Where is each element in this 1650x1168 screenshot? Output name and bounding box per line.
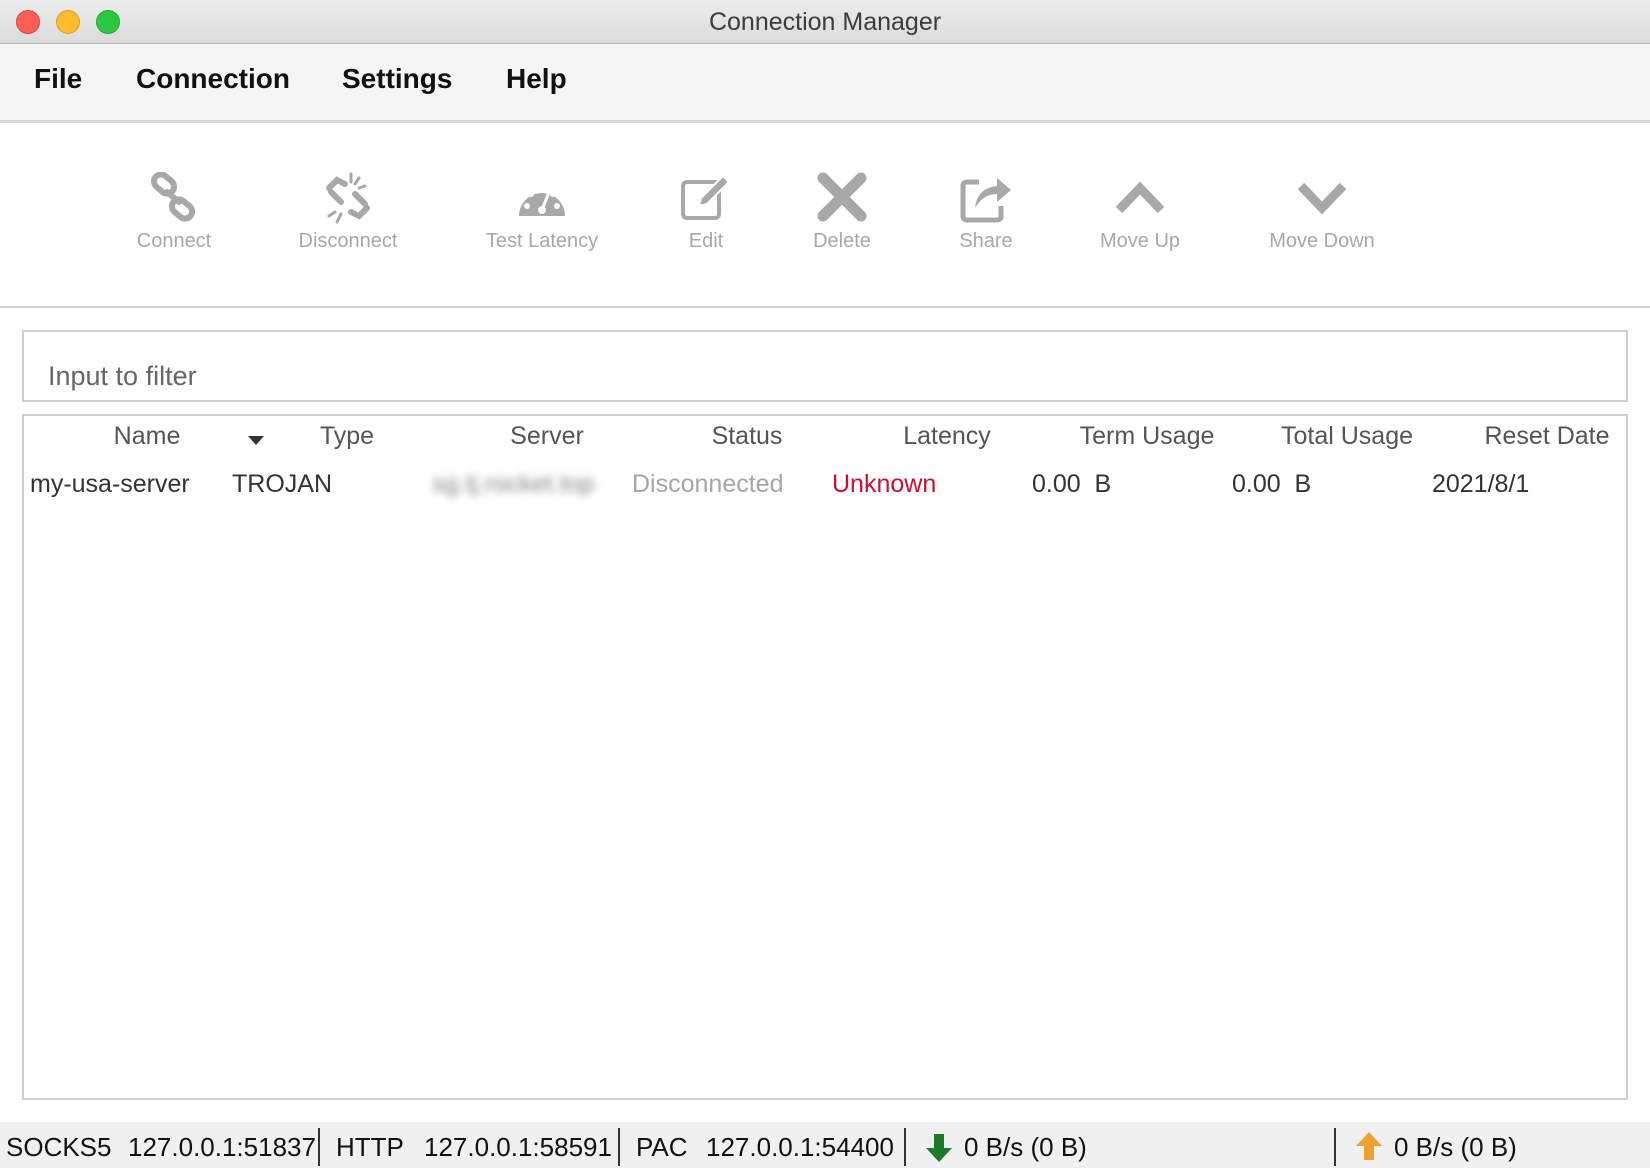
column-header-status[interactable]: Status — [672, 422, 822, 458]
disconnect-label: Disconnect — [298, 230, 398, 252]
share-label: Share — [959, 230, 1013, 252]
menu-bar: File Connection Settings Help — [0, 45, 1650, 123]
broken-link-icon — [326, 172, 370, 224]
column-header-reset-date[interactable]: Reset Date — [1452, 422, 1642, 458]
menu-help[interactable]: Help — [506, 63, 567, 95]
status-separator — [904, 1128, 906, 1166]
link-icon — [150, 172, 196, 222]
status-bar: SOCKS5 127.0.0.1:51837 HTTP 127.0.0.1:58… — [0, 1122, 1650, 1168]
column-header-term-usage[interactable]: Term Usage — [1052, 422, 1242, 458]
menu-settings[interactable]: Settings — [342, 63, 452, 95]
x-icon — [817, 172, 867, 222]
menu-file[interactable]: File — [34, 63, 82, 95]
cell-name: my-usa-server — [30, 470, 190, 498]
delete-label: Delete — [813, 230, 871, 252]
sort-descending-icon — [248, 436, 264, 445]
move-up-label: Move Up — [1099, 230, 1181, 252]
move-up-button[interactable]: Move Up — [1090, 172, 1190, 253]
delete-button[interactable]: Delete — [800, 172, 884, 253]
upload-speed: 0 B/s (0 B) — [1394, 1132, 1517, 1162]
column-header-total-usage[interactable]: Total Usage — [1252, 422, 1442, 458]
edit-label: Edit — [688, 230, 724, 252]
cell-term-usage: 0.00 B — [1032, 470, 1112, 498]
test-latency-label: Test Latency — [485, 230, 599, 252]
http-address: 127.0.0.1:58591 — [424, 1132, 612, 1162]
toolbar: Connect Disconnect Test Latency Edit Del… — [0, 126, 1650, 308]
share-icon — [960, 178, 1011, 223]
connect-label: Connect — [136, 230, 212, 252]
pac-label: PAC — [636, 1132, 688, 1162]
speedometer-icon — [519, 185, 565, 216]
socks5-address: 127.0.0.1:51837 — [128, 1132, 316, 1162]
filter-input[interactable] — [22, 330, 1628, 402]
cell-latency: Unknown — [832, 470, 937, 498]
share-button[interactable]: Share — [944, 172, 1028, 253]
cell-reset-date: 2021/8/1 — [1432, 470, 1530, 498]
column-header-type[interactable]: Type — [272, 422, 422, 458]
chevron-down-icon — [1297, 182, 1347, 215]
upload-arrow-icon — [1356, 1132, 1382, 1160]
connections-table: Name Type Server Status Latency Term Usa… — [22, 414, 1628, 1100]
cell-status: Disconnected — [632, 470, 784, 498]
move-down-button[interactable]: Move Down — [1262, 172, 1382, 253]
test-latency-button[interactable]: Test Latency — [472, 172, 612, 253]
edit-icon — [681, 174, 731, 220]
column-header-server[interactable]: Server — [472, 422, 622, 458]
edit-button[interactable]: Edit — [666, 172, 746, 253]
window-title: Connection Manager — [708, 8, 942, 36]
menu-connection[interactable]: Connection — [136, 63, 290, 95]
connect-button[interactable]: Connect — [124, 172, 224, 253]
title-bar: Connection Manager — [0, 0, 1650, 44]
download-arrow-icon — [926, 1134, 952, 1162]
cell-server: sg.tj.rocket.top — [432, 470, 595, 498]
status-separator — [1334, 1128, 1336, 1166]
http-label: HTTP — [336, 1132, 404, 1162]
pac-address: 127.0.0.1:54400 — [706, 1132, 894, 1162]
status-separator — [618, 1128, 620, 1166]
column-header-latency[interactable]: Latency — [872, 422, 1022, 458]
cell-total-usage: 0.00 B — [1232, 470, 1312, 498]
disconnect-button[interactable]: Disconnect — [292, 172, 404, 253]
socks5-label: SOCKS5 — [6, 1132, 112, 1162]
chevron-up-icon — [1115, 181, 1165, 214]
download-speed: 0 B/s (0 B) — [964, 1132, 1087, 1162]
move-down-label: Move Down — [1269, 230, 1375, 252]
cell-type: TROJAN — [232, 470, 332, 498]
status-separator — [318, 1128, 320, 1166]
column-header-name[interactable]: Name — [72, 422, 264, 458]
